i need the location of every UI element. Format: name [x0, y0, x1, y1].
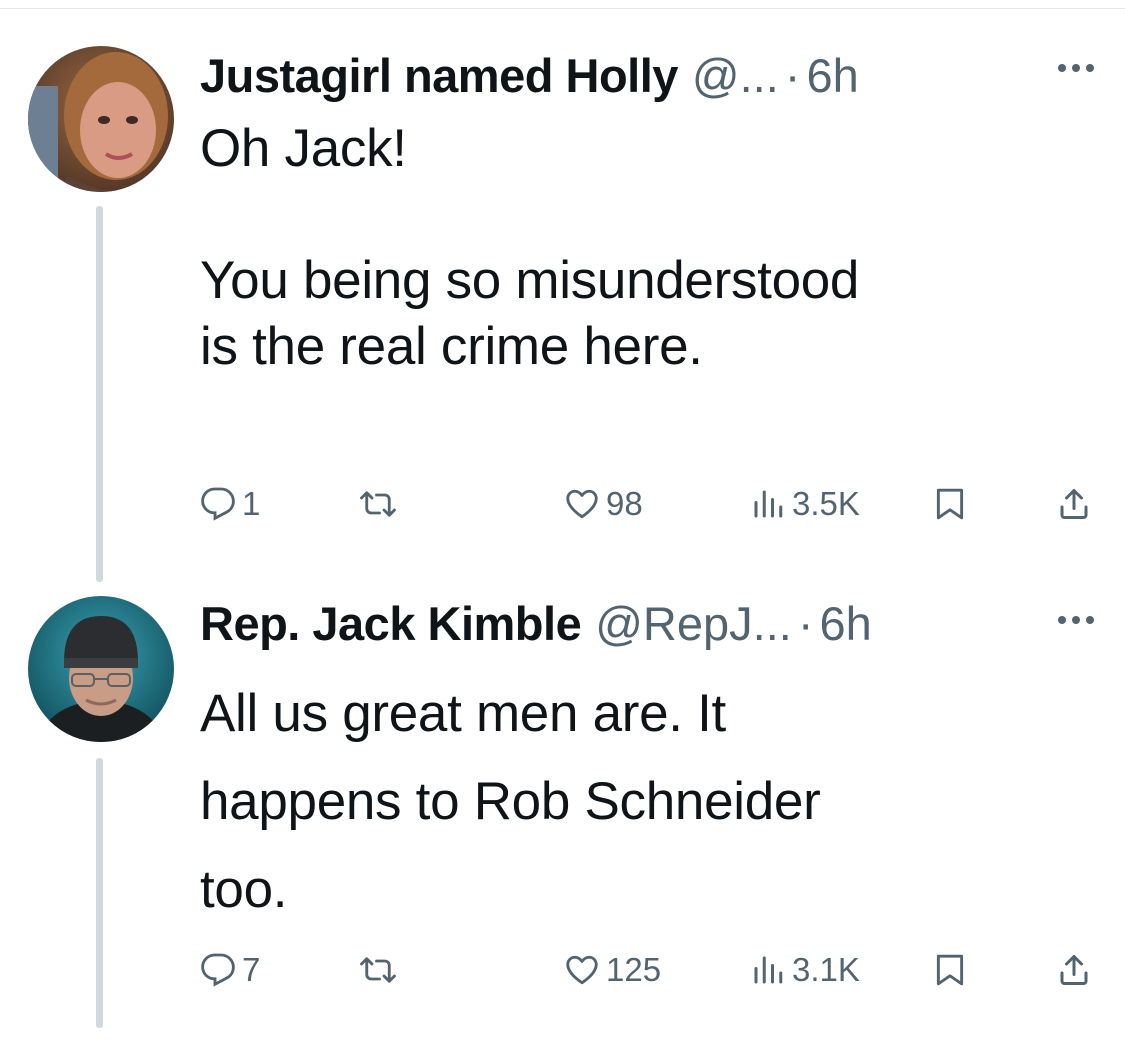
like-count: 125	[606, 951, 662, 988]
retweet-icon	[360, 957, 396, 983]
share-button[interactable]	[1056, 948, 1092, 992]
views-icon	[754, 490, 783, 518]
thread-line	[96, 206, 103, 582]
author-handle[interactable]: @...	[692, 48, 779, 103]
like-count: 98	[606, 485, 643, 522]
more-icon	[1058, 64, 1094, 72]
tweet-2[interactable]: Rep. Jack Kimble @RepJ... · 6h All us gr…	[0, 596, 1125, 1036]
heart-icon	[566, 489, 598, 519]
reply-icon	[201, 953, 235, 987]
tweet-text: Oh Jack! You being so misunderstood is t…	[200, 119, 860, 376]
avatar-image-holly	[28, 46, 174, 192]
avatar-image-jack-kimble	[28, 596, 174, 742]
like-button[interactable]: 125	[564, 948, 661, 992]
like-button[interactable]: 98	[564, 482, 643, 526]
avatar[interactable]	[28, 46, 174, 192]
tweet-header: Rep. Jack Kimble @RepJ... · 6h	[200, 596, 872, 660]
tweet-actions: 7 125 3.1K	[200, 948, 1100, 992]
tweet-1[interactable]: Justagirl named Holly @... · 6h Oh Jack!…	[0, 46, 1125, 586]
views-button[interactable]: 3.1K	[750, 948, 860, 992]
tweet-timestamp[interactable]: 6h	[819, 596, 871, 651]
tweet-header: Justagirl named Holly @... · 6h	[200, 48, 859, 112]
bookmark-icon	[936, 488, 964, 520]
share-button[interactable]	[1056, 482, 1092, 526]
bookmark-icon	[936, 954, 964, 986]
more-options-button[interactable]	[1052, 600, 1104, 640]
more-icon	[1058, 616, 1094, 624]
share-icon	[1060, 489, 1088, 519]
avatar[interactable]	[28, 596, 174, 742]
tweet-timestamp[interactable]: 6h	[806, 48, 858, 103]
retweet-button[interactable]	[358, 482, 404, 526]
separator-dot: ·	[784, 49, 801, 102]
share-icon	[1060, 955, 1088, 985]
views-icon	[754, 956, 783, 984]
retweet-icon	[360, 491, 396, 517]
views-count: 3.1K	[792, 951, 860, 988]
separator-dot: ·	[797, 597, 814, 650]
heart-icon	[566, 955, 598, 985]
reply-button[interactable]: 1	[200, 482, 260, 526]
reply-count: 1	[242, 485, 261, 522]
author-name[interactable]: Justagirl named Holly	[200, 48, 678, 103]
thread-line	[96, 758, 103, 1028]
author-handle[interactable]: @RepJ...	[595, 596, 792, 651]
views-button[interactable]: 3.5K	[750, 482, 860, 526]
retweet-button[interactable]	[358, 948, 404, 992]
tweet-text: All us great men are. It happens to Rob …	[200, 684, 821, 919]
reply-button[interactable]: 7	[200, 948, 260, 992]
bookmark-button[interactable]	[934, 948, 966, 992]
views-count: 3.5K	[792, 485, 860, 522]
reply-icon	[201, 487, 235, 521]
reply-count: 7	[242, 951, 261, 988]
top-divider	[0, 8, 1125, 9]
more-options-button[interactable]	[1052, 48, 1104, 88]
bookmark-button[interactable]	[934, 482, 966, 526]
tweet-actions: 1 98 3.5K	[200, 482, 1100, 526]
author-name[interactable]: Rep. Jack Kimble	[200, 596, 582, 651]
